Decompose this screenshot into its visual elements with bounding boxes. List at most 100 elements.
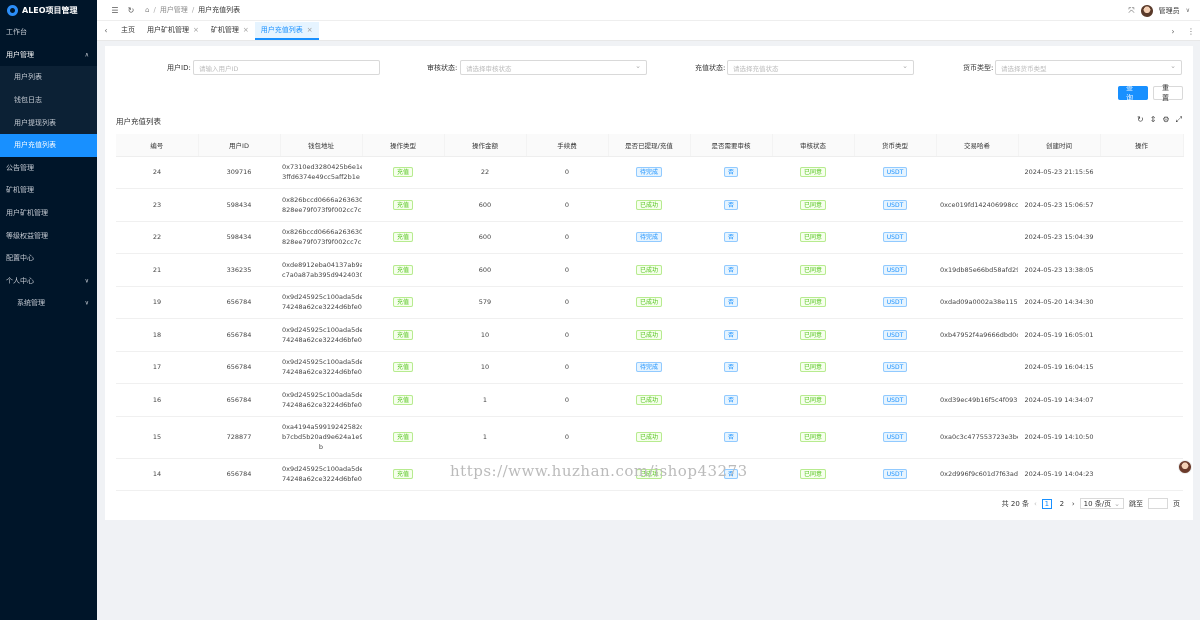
audit-status-tag: 已同意	[799, 297, 826, 308]
jump-label: 跳至	[1129, 499, 1143, 508]
cell-tx-hash: 0x19db85e66bd58afd29c1c	[936, 253, 1018, 287]
close-icon[interactable]: ×	[193, 26, 199, 34]
page-2[interactable]: 2	[1057, 499, 1067, 509]
refresh-icon[interactable]: ↻	[123, 6, 139, 15]
address-line: 0x826bccd0666a2636307	[282, 195, 362, 204]
tabs-next-icon[interactable]: ›	[1164, 27, 1182, 36]
density-icon[interactable]: ⇕	[1150, 115, 1157, 125]
table-row: 21 336235 0xde8912eba04137ab9a6 c7a0a87ab39…	[116, 253, 1183, 287]
need-audit-tag: 否	[723, 199, 738, 210]
chevron-down-icon[interactable]: ∨	[1186, 7, 1190, 14]
audit-status-label: 审核状态:	[427, 64, 458, 72]
next-page-icon[interactable]: ›	[1072, 500, 1075, 508]
cell-currency: USDT	[854, 383, 936, 417]
brand: ALEO项目管理	[0, 0, 97, 21]
audit-status-tag: 已同意	[799, 362, 826, 373]
sidebar-item-level-rights[interactable]: 等级权益管理	[0, 224, 97, 247]
sidebar-item-label: 配置中心	[6, 254, 34, 263]
sidebar-item-label: 钱包日志	[14, 96, 42, 105]
sidebar-item-system-management[interactable]: 系统管理 ∨	[0, 292, 97, 315]
sidebar-item-workbench[interactable]: 工作台	[0, 21, 97, 44]
cell-audit-status: 已同意	[772, 416, 854, 459]
need-audit-tag: 否	[723, 297, 738, 308]
need-audit-tag: 否	[723, 264, 738, 275]
type-tag: 充值	[392, 394, 413, 405]
sidebar-item-miner-management[interactable]: 矿机管理	[0, 179, 97, 202]
tabs-prev-icon[interactable]: ‹	[97, 26, 115, 35]
refresh-icon[interactable]: ↻	[1137, 115, 1144, 125]
cell-actions	[1100, 286, 1183, 319]
settings-icon[interactable]: ⚙	[1162, 115, 1169, 125]
address-line: 0x9d245925c100ada5de9	[282, 465, 362, 474]
recharge-status-select[interactable]: 请选择充值状态 ⌄	[727, 60, 914, 75]
table-row: 15 728877 0xa4194a59919242582dc b7cbd5b20ad…	[116, 416, 1183, 459]
cell-amount: 22	[444, 156, 526, 189]
fullscreen-icon[interactable]: ⤢	[1176, 115, 1182, 125]
type-tag: 充值	[392, 469, 413, 480]
tab-miner[interactable]: 矿机管理 ×	[205, 22, 255, 40]
menu-fold-icon[interactable]: ☰	[107, 6, 123, 15]
avatar[interactable]	[1140, 4, 1153, 17]
sidebar-item-wallet-log[interactable]: 钱包日志	[0, 88, 97, 112]
fullscreen-icon[interactable]: ⤧	[1128, 6, 1134, 16]
completion-tag: 待完成	[635, 362, 662, 373]
cell-fee: 0	[526, 253, 608, 287]
completion-tag: 待完成	[635, 232, 662, 243]
close-icon[interactable]: ×	[243, 26, 249, 34]
sidebar-item-user-management[interactable]: 用户管理 ∧	[0, 44, 97, 67]
search-button[interactable]: 查 询	[1118, 84, 1148, 102]
user-name[interactable]: 管理员	[1159, 6, 1180, 16]
breadcrumb-item[interactable]: 用户管理	[160, 5, 188, 15]
address-line: 0x9d245925c100ada5de9	[282, 325, 362, 334]
cell-actions	[1100, 458, 1183, 491]
tab-home[interactable]: 主页	[115, 22, 141, 40]
home-icon[interactable]: ⌂	[145, 6, 149, 14]
need-audit-tag: 否	[723, 232, 738, 243]
sidebar-item-withdraw-list[interactable]: 用户提现列表	[0, 111, 97, 134]
sidebar-item-announcements[interactable]: 公告管理	[0, 157, 97, 180]
prev-page-icon[interactable]: ‹	[1034, 500, 1037, 508]
currency-type-select[interactable]: 请选择货币类型 ⌄	[995, 60, 1182, 75]
tabs-menu-icon[interactable]: ⋮	[1182, 27, 1200, 36]
cell-currency: USDT	[854, 253, 936, 287]
cell-completion: 已成功	[608, 253, 690, 287]
sidebar-item-user-list[interactable]: 用户列表	[0, 66, 97, 89]
cell-currency: USDT	[854, 221, 936, 254]
cell-id: 22	[116, 221, 198, 254]
cell-completion: 已成功	[608, 286, 690, 319]
cell-actions	[1100, 253, 1183, 287]
column-header: 是否已提现/充值	[608, 134, 691, 157]
tab-recharge-list[interactable]: 用户充值列表 ×	[254, 21, 319, 40]
user-id-input[interactable]: 请输入用户ID	[193, 60, 380, 75]
completion-tag: 已成功	[635, 394, 662, 405]
cell-created-time: 2024-05-19 16:04:15	[1018, 351, 1100, 384]
audit-status-tag: 已同意	[799, 432, 826, 442]
cell-operation-type: 充值	[362, 416, 444, 459]
cell-currency: USDT	[854, 458, 936, 491]
cell-completion: 已成功	[608, 318, 690, 352]
sidebar-item-config-center[interactable]: 配置中心	[0, 247, 97, 270]
sidebar-item-personal-center[interactable]: 个人中心 ∨	[0, 270, 97, 293]
reset-button[interactable]: 重 置	[1153, 84, 1183, 102]
sidebar-item-user-miner-management[interactable]: 用户矿机管理	[0, 202, 97, 225]
jump-input[interactable]	[1148, 498, 1168, 509]
table-row: 23 598434 0x826bccd0666a2636307 828ee79f073…	[116, 188, 1183, 222]
cell-created-time: 2024-05-20 14:34:30	[1018, 286, 1100, 319]
cell-actions	[1100, 221, 1183, 254]
currency-tag: USDT	[882, 264, 908, 275]
cell-id: 19	[116, 286, 198, 319]
close-icon[interactable]: ×	[307, 26, 313, 34]
cell-user-id: 656784	[198, 383, 280, 417]
sidebar-item-recharge-list[interactable]: 用户充值列表	[0, 133, 97, 157]
page-1[interactable]: 1	[1041, 498, 1052, 509]
support-avatar[interactable]	[1178, 460, 1192, 474]
audit-status-select[interactable]: 请选择审核状态 ⌄	[460, 60, 647, 75]
column-header: 钱包地址	[280, 134, 363, 157]
cell-id: 24	[116, 156, 198, 189]
page-size-select[interactable]: 10 条/页 ⌄	[1079, 498, 1124, 509]
cell-wallet-address: 0x9d245925c100ada5de9 74248a62ce3224d6bfe…	[280, 383, 362, 417]
cell-currency: USDT	[854, 188, 936, 222]
column-header: 是否需要审核	[690, 134, 773, 157]
cell-wallet-address: 0x9d245925c100ada5de9 74248a62ce3224d6bfe…	[280, 318, 362, 352]
tab-user-miner[interactable]: 用户矿机管理 ×	[141, 22, 205, 40]
